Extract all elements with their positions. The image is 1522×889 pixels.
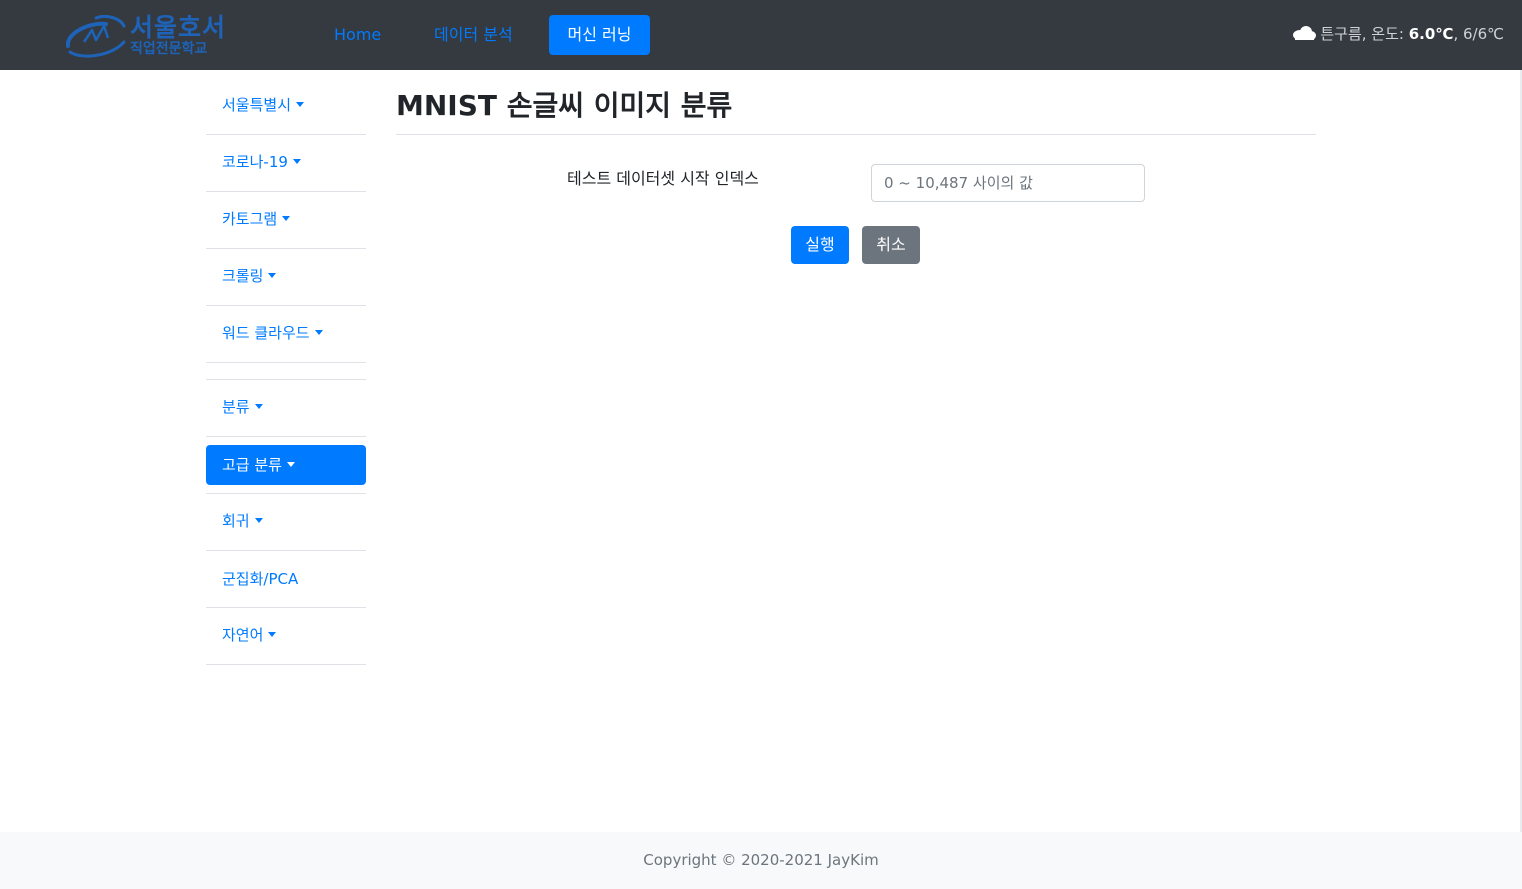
sidebar-item-label: 워드 클라우드 (222, 324, 310, 342)
divider (396, 134, 1316, 135)
start-index-input[interactable] (871, 164, 1145, 202)
sidebar-item-nlp[interactable]: 자연어 (206, 615, 366, 655)
divider (206, 134, 366, 135)
sidebar-item-wordcloud[interactable]: 워드 클라우드 (206, 313, 366, 353)
caret-down-icon (314, 330, 323, 335)
sidebar-item-covid19[interactable]: 코로나-19 (206, 142, 366, 182)
cloud-icon (1292, 23, 1317, 47)
weather-range: , 6/6℃ (1453, 25, 1504, 43)
nav-machine-learning[interactable]: 머신 러닝 (549, 15, 650, 55)
divider (206, 248, 366, 249)
top-navbar: 서울호서 직업전문학교 Home 데이터 분석 머신 러닝 튼구름, 온도: 6… (0, 0, 1522, 70)
caret-down-icon (254, 518, 263, 523)
sidebar-item-label: 회귀 (222, 512, 250, 530)
weather-widget: 튼구름, 온도: 6.0℃, 6/6℃ (1292, 22, 1504, 46)
divider (206, 191, 366, 192)
sidebar-item-crawling[interactable]: 크롤링 (206, 256, 366, 296)
nav-data-analysis[interactable]: 데이터 분석 (418, 15, 529, 55)
divider (206, 493, 366, 494)
brand-logo[interactable]: 서울호서 직업전문학교 (62, 8, 242, 62)
divider (206, 305, 366, 306)
divider (206, 550, 366, 551)
divider (206, 607, 366, 608)
weather-condition: 튼구름, 온도: (1320, 25, 1409, 43)
cancel-button[interactable]: 취소 (862, 226, 920, 264)
sidebar-item-label: 코로나-19 (222, 153, 288, 171)
footer: Copyright © 2020-2021 JayKim (0, 832, 1522, 889)
caret-down-icon (268, 273, 277, 278)
sidebar-item-label: 군집화/PCA (222, 570, 299, 588)
divider (206, 362, 366, 363)
brand-subtitle: 직업전문학교 (130, 41, 208, 57)
sidebar-item-advanced-classification[interactable]: 고급 분류 (206, 445, 366, 485)
divider (206, 436, 366, 437)
sidebar-item-seoul[interactable]: 서울특별시 (206, 85, 366, 125)
nav-home[interactable]: Home (318, 15, 397, 55)
sidebar-item-cartogram[interactable]: 카토그램 (206, 199, 366, 239)
run-button[interactable]: 실행 (791, 226, 849, 264)
caret-down-icon (268, 632, 277, 637)
sidebar-item-label: 크롤링 (222, 267, 264, 285)
caret-down-icon (292, 159, 301, 164)
sidebar-item-classification[interactable]: 분류 (206, 387, 366, 427)
divider (206, 379, 366, 380)
sidebar-item-label: 카토그램 (222, 210, 278, 228)
caret-down-icon (254, 404, 263, 409)
sidebar-item-regression[interactable]: 회귀 (206, 501, 366, 541)
sidebar-item-clustering-pca[interactable]: 군집화/PCA (206, 559, 366, 599)
logo-mark-icon (65, 14, 126, 58)
sidebar-item-label: 서울특별시 (222, 96, 292, 114)
start-index-label: 테스트 데이터셋 시작 인덱스 (567, 169, 759, 188)
caret-down-icon (286, 462, 295, 467)
page-title: MNIST 손글씨 이미지 분류 (396, 89, 733, 122)
sidebar-item-label: 분류 (222, 398, 250, 416)
copyright-text: Copyright © 2020-2021 JayKim (643, 851, 879, 869)
caret-down-icon (296, 102, 305, 107)
weather-temperature: 6.0℃ (1408, 25, 1454, 43)
divider (206, 664, 366, 665)
sidebar-item-label: 자연어 (222, 626, 264, 644)
sidebar-item-label: 고급 분류 (222, 456, 282, 474)
caret-down-icon (282, 216, 291, 221)
